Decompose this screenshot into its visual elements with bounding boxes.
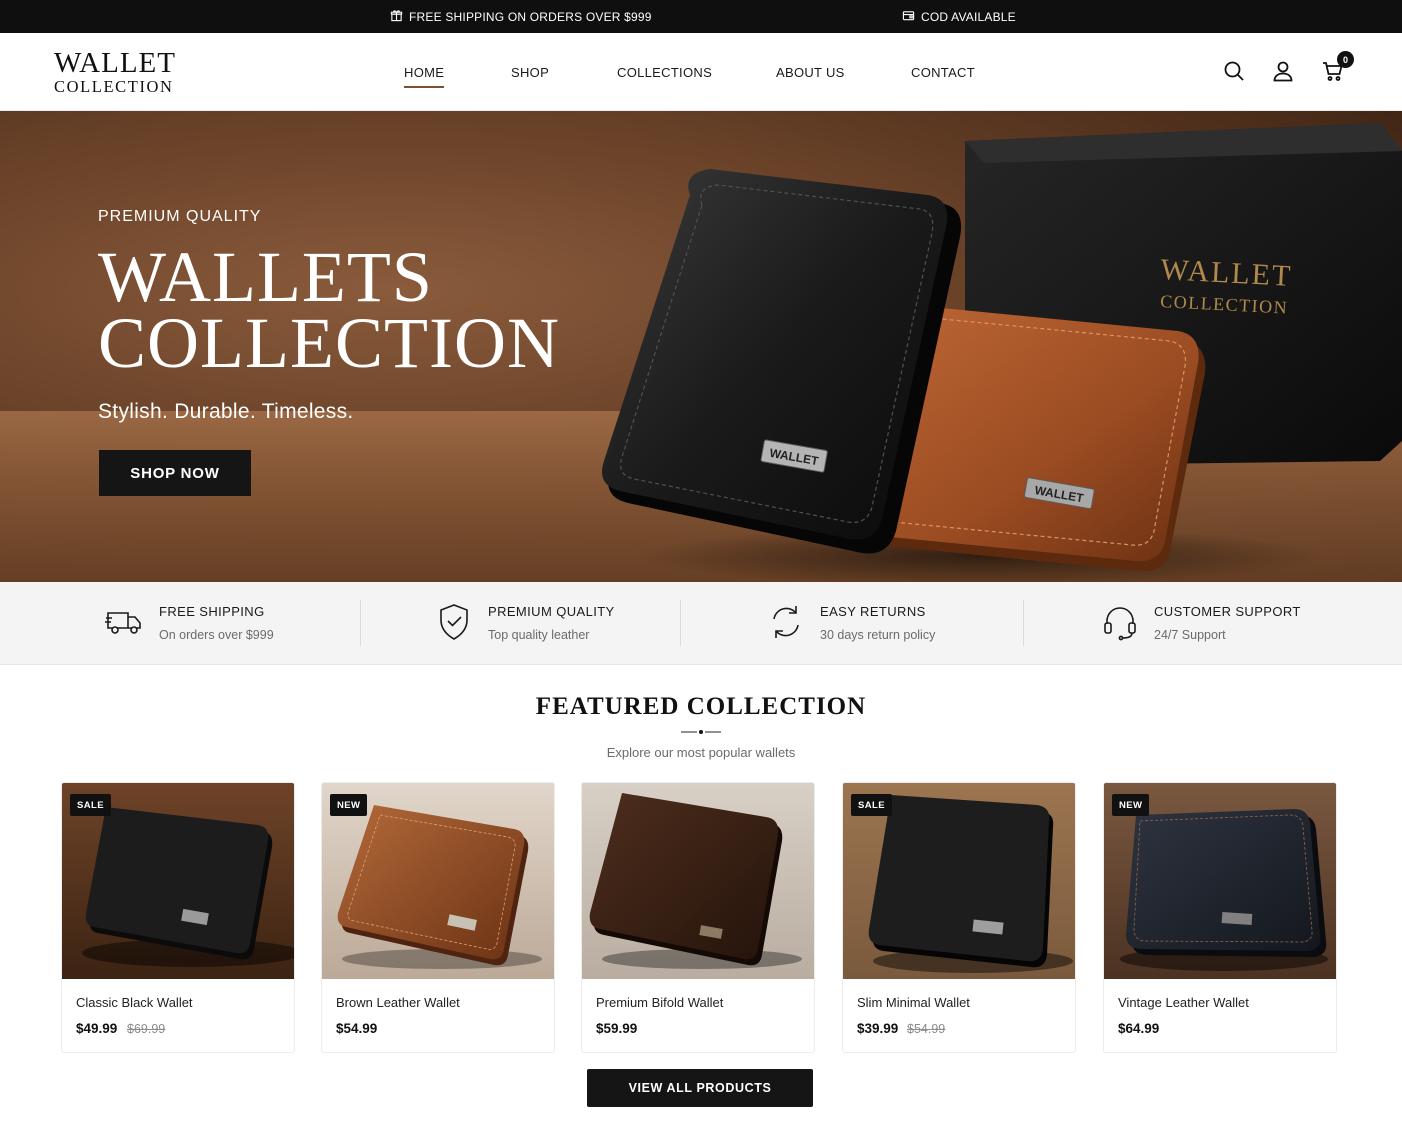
new-badge: NEW	[330, 794, 368, 816]
hero-wallets-image: WALLET COLLECTION WALLET WALLET	[602, 123, 1402, 582]
product-name[interactable]: Classic Black Wallet	[76, 995, 193, 1010]
hero-title-line1: WALLETS	[98, 237, 433, 317]
nav-collections[interactable]: COLLECTIONS	[617, 65, 712, 80]
product-card[interactable]: SALE Classic Black Wallet $49.99 $69.99	[61, 782, 295, 1053]
title-ornament	[681, 730, 721, 734]
new-badge: NEW	[1112, 794, 1150, 816]
featured-collection-title: FEATURED COLLECTION	[535, 693, 867, 720]
refresh-icon	[766, 602, 806, 642]
feature-title: EASY RETURNS	[820, 604, 926, 619]
nav-contact[interactable]: CONTACT	[911, 65, 975, 80]
hero-banner: WALLET COLLECTION WALLET WALLET PREMIUM …	[0, 111, 1402, 582]
feature-subtitle: 24/7 Support	[1154, 628, 1226, 642]
nav-home[interactable]: HOME	[404, 65, 445, 88]
feature-customer-support: CUSTOMER SUPPORT 24/7 Support	[1100, 600, 1301, 642]
cod-announcement: COD AVAILABLE	[902, 9, 1016, 25]
feature-divider	[1023, 600, 1024, 646]
product-price: $39.99	[857, 1021, 899, 1036]
hero-subtitle: Stylish. Durable. Timeless.	[98, 400, 354, 423]
shield-check-icon	[434, 602, 474, 642]
product-name[interactable]: Slim Minimal Wallet	[857, 995, 970, 1010]
cod-text: COD AVAILABLE	[921, 10, 1016, 24]
feature-divider	[680, 600, 681, 646]
hero-text-block: PREMIUM QUALITY WALLETS COLLECTION Styli…	[98, 208, 560, 424]
brand-logo[interactable]: WALLET COLLECTION	[54, 49, 176, 96]
product-card[interactable]: SALE Slim Minimal Wallet $39.99 $54.99	[842, 782, 1076, 1053]
nav-about-us[interactable]: ABOUT US	[776, 65, 845, 80]
feature-title: PREMIUM QUALITY	[488, 604, 615, 619]
product-price: $54.99	[336, 1021, 378, 1036]
product-card[interactable]: NEW Brown Leather Wallet $54.99	[321, 782, 555, 1053]
sale-badge: SALE	[70, 794, 111, 816]
sale-badge: SALE	[851, 794, 892, 816]
cart-icon[interactable]: 0	[1321, 51, 1354, 85]
cart-count-badge: 0	[1337, 51, 1354, 68]
product-name[interactable]: Brown Leather Wallet	[336, 995, 460, 1010]
feature-subtitle: 30 days return policy	[820, 628, 936, 642]
logo-line2: COLLECTION	[54, 77, 174, 96]
feature-free-shipping: FREE SHIPPING On orders over $999	[105, 600, 274, 642]
product-old-price: $54.99	[907, 1022, 946, 1036]
feature-subtitle: Top quality leather	[488, 628, 590, 642]
product-price: $64.99	[1118, 1021, 1160, 1036]
product-old-price: $69.99	[127, 1022, 166, 1036]
product-price: $59.99	[596, 1021, 638, 1036]
featured-collection-subtitle: Explore our most popular wallets	[606, 745, 796, 760]
product-image[interactable]	[582, 783, 814, 979]
feature-divider	[360, 600, 361, 646]
shop-now-button[interactable]: SHOP NOW	[99, 450, 251, 496]
hero-eyebrow: PREMIUM QUALITY	[98, 208, 262, 225]
nav-shop[interactable]: SHOP	[511, 65, 549, 80]
features-strip: FREE SHIPPING On orders over $999 PREMIU…	[0, 582, 1402, 665]
logo-line1: WALLET	[54, 47, 176, 79]
user-icon[interactable]	[1271, 59, 1297, 85]
announcement-bar: FREE SHIPPING ON ORDERS OVER $999 COD AV…	[0, 0, 1402, 33]
search-icon[interactable]	[1222, 59, 1248, 85]
product-card[interactable]: NEW Vintage Leather Wallet $64.99	[1103, 782, 1337, 1053]
gift-icon	[390, 9, 403, 25]
product-price: $49.99	[76, 1021, 118, 1036]
feature-title: FREE SHIPPING	[159, 604, 265, 619]
product-card[interactable]: Premium Bifold Wallet $59.99	[581, 782, 815, 1053]
free-shipping-text: FREE SHIPPING ON ORDERS OVER $999	[409, 10, 652, 24]
product-name[interactable]: Vintage Leather Wallet	[1118, 995, 1249, 1010]
truck-icon	[105, 602, 145, 642]
feature-easy-returns: EASY RETURNS 30 days return policy	[766, 600, 935, 642]
box-print-line1: WALLET	[1160, 253, 1294, 293]
product-name[interactable]: Premium Bifold Wallet	[596, 995, 723, 1010]
headset-icon	[1100, 602, 1140, 642]
wallet-card-icon	[902, 9, 915, 25]
view-all-products-button[interactable]: VIEW ALL PRODUCTS	[587, 1069, 813, 1107]
hero-title-line2: COLLECTION	[98, 303, 560, 383]
free-shipping-announcement: FREE SHIPPING ON ORDERS OVER $999	[390, 9, 652, 25]
site-header: WALLET COLLECTION HOME SHOP COLLECTIONS …	[0, 33, 1402, 111]
feature-title: CUSTOMER SUPPORT	[1154, 604, 1301, 619]
feature-subtitle: On orders over $999	[159, 628, 274, 642]
hero-title: WALLETS COLLECTION	[98, 237, 560, 383]
feature-premium-quality: PREMIUM QUALITY Top quality leather	[434, 600, 615, 642]
